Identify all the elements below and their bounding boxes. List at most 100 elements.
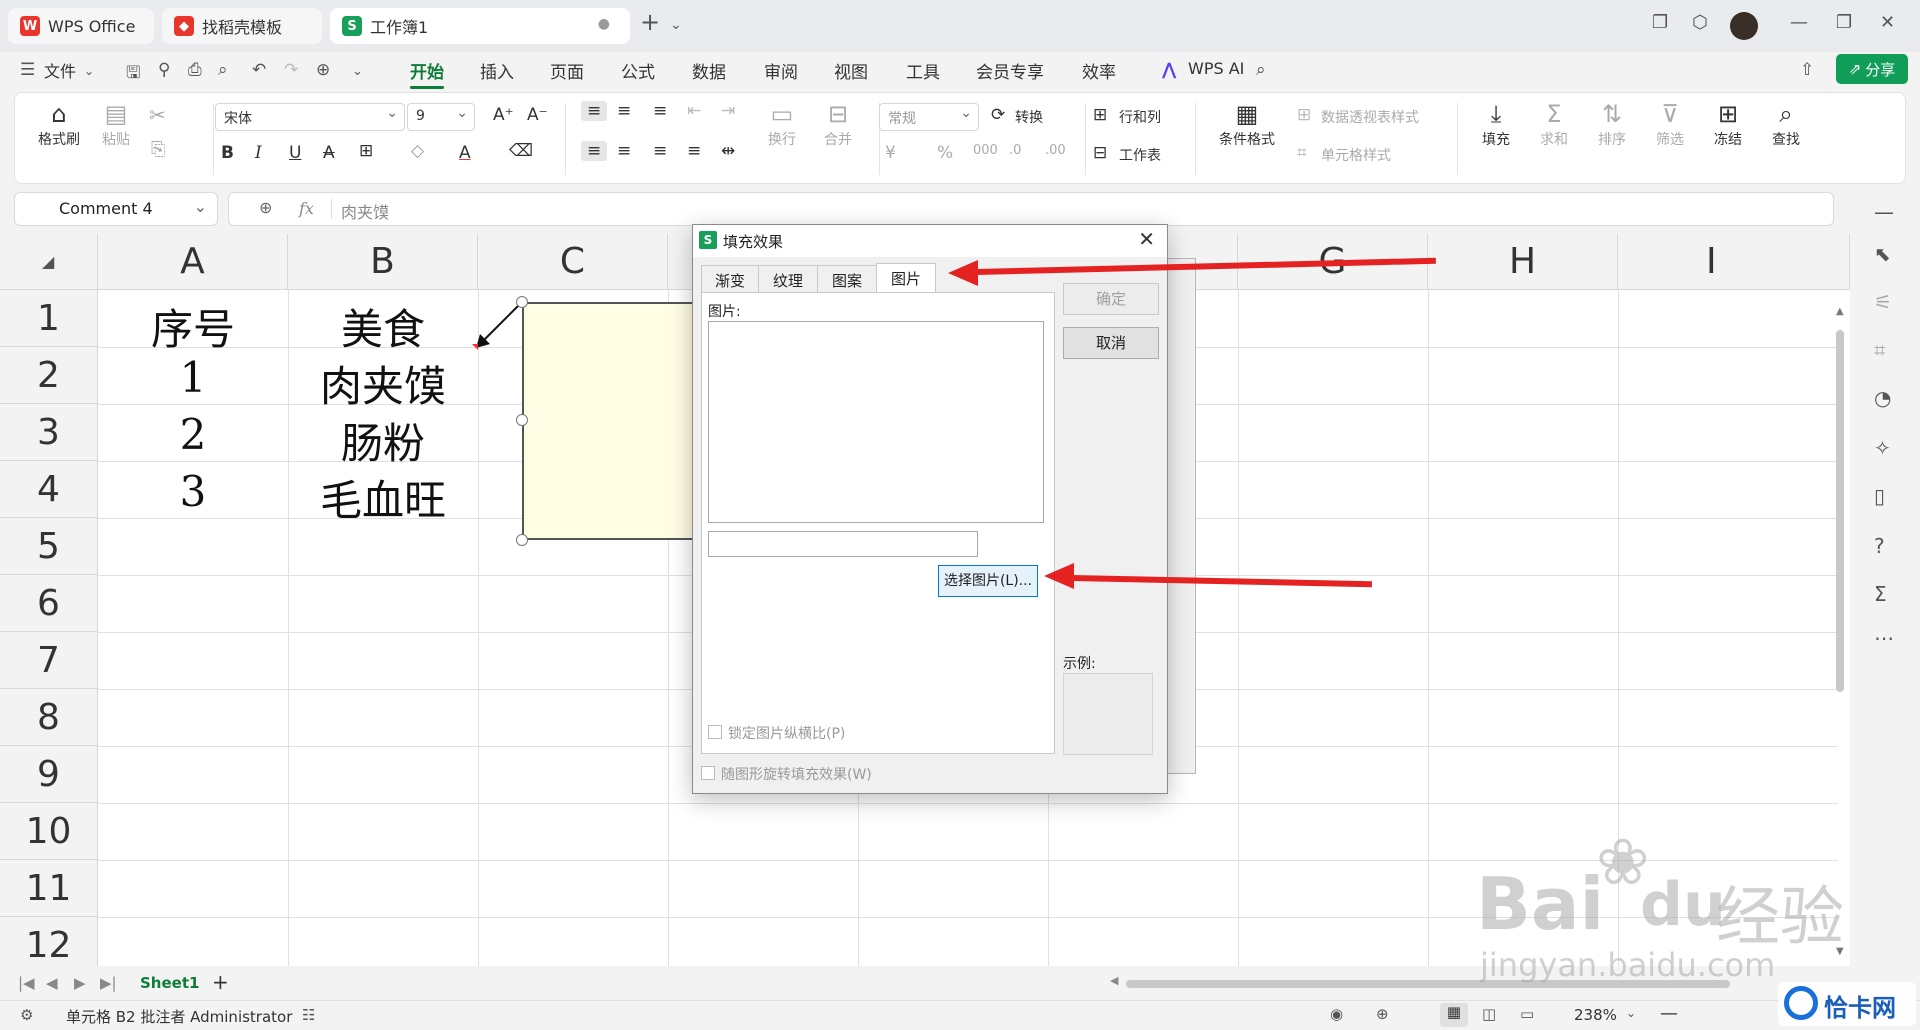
tab-docer-templates[interactable]: ◆ 找稻壳模板	[162, 8, 322, 44]
number-format-select[interactable]: 常规	[879, 103, 979, 131]
scroll-left-icon[interactable]: ◀	[1110, 974, 1118, 987]
resize-handle[interactable]	[516, 534, 528, 546]
rows-cols-button[interactable]: 行和列	[1119, 107, 1161, 127]
new-tab-plus-icon[interactable]: +	[640, 8, 660, 36]
border-icon[interactable]: ⊞	[359, 141, 373, 161]
print-preview-icon[interactable]: ⌕	[218, 60, 228, 80]
macro-icon[interactable]: ⚙	[20, 1006, 33, 1024]
worksheet-button[interactable]: 工作表	[1119, 145, 1161, 165]
select-pointer-icon[interactable]: ⬉	[1874, 242, 1891, 266]
select-all-corner[interactable]: ◢	[0, 234, 98, 290]
next-sheet-icon[interactable]: ▶	[74, 974, 86, 992]
menu-page[interactable]: 页面	[550, 58, 584, 83]
scroll-up-icon[interactable]: ▲	[1836, 306, 1844, 317]
currency-icon[interactable]: ¥	[885, 143, 896, 163]
chevron-down-icon[interactable]: ⌄	[670, 17, 682, 33]
tab-picture[interactable]: 图片	[876, 263, 936, 293]
sum-button[interactable]: Σ 求和	[1529, 99, 1579, 149]
cut-icon[interactable]: ✂	[149, 103, 166, 127]
justify-icon[interactable]: ≡	[687, 141, 701, 161]
row-header-10[interactable]: 10	[0, 803, 98, 860]
page-break-icon[interactable]: ▭	[1520, 1005, 1534, 1023]
fill-color-icon[interactable]: ◇	[411, 141, 424, 161]
cell-a4[interactable]: 3	[98, 467, 288, 516]
column-header-b[interactable]: B	[288, 234, 478, 290]
minimize-icon[interactable]: —	[1790, 12, 1808, 33]
conditional-format-button[interactable]: ▦ 条件格式	[1209, 99, 1285, 149]
indent-decrease-icon[interactable]: ⇤	[687, 101, 701, 121]
tab-texture[interactable]: 纹理	[758, 265, 818, 293]
menu-tools[interactable]: 工具	[906, 58, 940, 83]
tools-icon[interactable]: ✧	[1874, 436, 1891, 460]
align-right-icon[interactable]: ≡	[653, 141, 667, 161]
redo-icon[interactable]: ↷	[284, 60, 298, 80]
help-icon[interactable]: ?	[1874, 534, 1885, 558]
chevron-down-icon[interactable]: ⌄	[84, 64, 94, 78]
eye-protection-icon[interactable]: ◉	[1330, 1005, 1343, 1023]
row-header-4[interactable]: 4	[0, 461, 98, 518]
tab-wps-office[interactable]: W WPS Office	[8, 8, 154, 44]
list-icon[interactable]: ☷	[302, 1006, 315, 1024]
close-window-icon[interactable]: ✕	[1880, 12, 1895, 33]
sort-button[interactable]: ⇅ 排序	[1587, 99, 1637, 149]
wps-ai-button[interactable]: WPS AI	[1188, 59, 1244, 78]
formula-bar[interactable]: ⊕ fx 肉夹馍	[228, 192, 1834, 226]
crop-icon[interactable]: ⌗	[1874, 338, 1885, 362]
menu-home[interactable]: 开始	[410, 58, 444, 89]
bold-icon[interactable]: B	[221, 143, 234, 163]
row-header-5[interactable]: 5	[0, 518, 98, 575]
find-button[interactable]: ⌕ 查找	[1759, 99, 1813, 149]
font-name-select[interactable]: 宋体	[215, 103, 405, 131]
copy-icon[interactable]: ⎘	[151, 139, 165, 160]
underline-icon[interactable]: U	[289, 143, 301, 163]
align-bottom-icon[interactable]: ≡	[653, 101, 667, 121]
save-icon[interactable]: 🖫	[126, 60, 140, 89]
sheet-tab-sheet1[interactable]: Sheet1	[140, 974, 199, 992]
row-header-9[interactable]: 9	[0, 746, 98, 803]
chevron-down-icon[interactable]: ⌄	[352, 64, 363, 79]
cell-b2[interactable]: 肉夹馍	[288, 353, 478, 414]
align-middle-icon[interactable]: ≡	[617, 101, 631, 121]
pivot-style-icon[interactable]: ⊞	[1297, 105, 1311, 125]
resize-handle[interactable]	[516, 414, 528, 426]
file-menu[interactable]: 文件	[44, 58, 76, 82]
select-picture-button[interactable]: 选择图片(L)...	[938, 565, 1038, 597]
row-header-11[interactable]: 11	[0, 860, 98, 917]
page-layout-icon[interactable]: ◫	[1482, 1005, 1496, 1023]
wrap-text-button[interactable]: ▭ 换行	[759, 99, 805, 149]
cloud-sync-icon[interactable]: ⇧	[1800, 60, 1814, 80]
fx-icon[interactable]: fx	[299, 199, 314, 218]
cell-b3[interactable]: 肠粉	[288, 410, 478, 471]
align-center-icon[interactable]: ≡	[617, 141, 631, 161]
strikethrough-icon[interactable]: A	[323, 143, 335, 163]
merge-button[interactable]: ⊟ 合并	[813, 99, 863, 149]
name-box[interactable]: Comment 4	[14, 192, 218, 226]
format-painter-button[interactable]: ⌂ 格式刷	[31, 99, 87, 149]
normal-view-icon[interactable]: ▦	[1440, 1003, 1468, 1027]
cell-b4[interactable]: 毛血旺	[288, 467, 478, 528]
decrease-font-icon[interactable]: A⁻	[527, 105, 548, 125]
cell-a2[interactable]: 1	[98, 353, 288, 402]
font-size-select[interactable]: 9	[407, 103, 475, 131]
paste-button[interactable]: ▤ 粘贴	[91, 99, 141, 149]
unsaved-dot-icon[interactable]: ●	[598, 16, 610, 32]
first-sheet-icon[interactable]: |◀	[18, 974, 35, 992]
decimal-decrease-icon[interactable]: .00	[1045, 143, 1066, 158]
rows-cols-icon[interactable]: ⊞	[1093, 105, 1107, 125]
column-header-c[interactable]: C	[478, 234, 668, 290]
pivot-style-button[interactable]: 数据透视表样式	[1321, 107, 1419, 127]
pin-icon[interactable]: ⚲	[158, 60, 170, 80]
hamburger-icon[interactable]: ☰	[20, 60, 35, 80]
freeze-button[interactable]: ⊞ 冻结	[1701, 99, 1755, 149]
cell-style-icon[interactable]: ⌗	[1297, 143, 1307, 163]
collapse-icon[interactable]: —	[1874, 200, 1894, 224]
cancel-button[interactable]: 取消	[1063, 327, 1159, 359]
menu-member[interactable]: 会员专享	[976, 58, 1044, 83]
thousands-icon[interactable]: 000	[973, 143, 998, 158]
indent-increase-icon[interactable]: ⇥	[721, 101, 735, 121]
tab-pattern[interactable]: 图案	[817, 265, 877, 293]
vertical-scrollbar-thumb[interactable]	[1836, 330, 1844, 692]
font-color-icon[interactable]: A	[459, 143, 471, 163]
menu-data[interactable]: 数据	[692, 58, 726, 83]
zoom-out-icon[interactable]: —	[1660, 1003, 1678, 1024]
